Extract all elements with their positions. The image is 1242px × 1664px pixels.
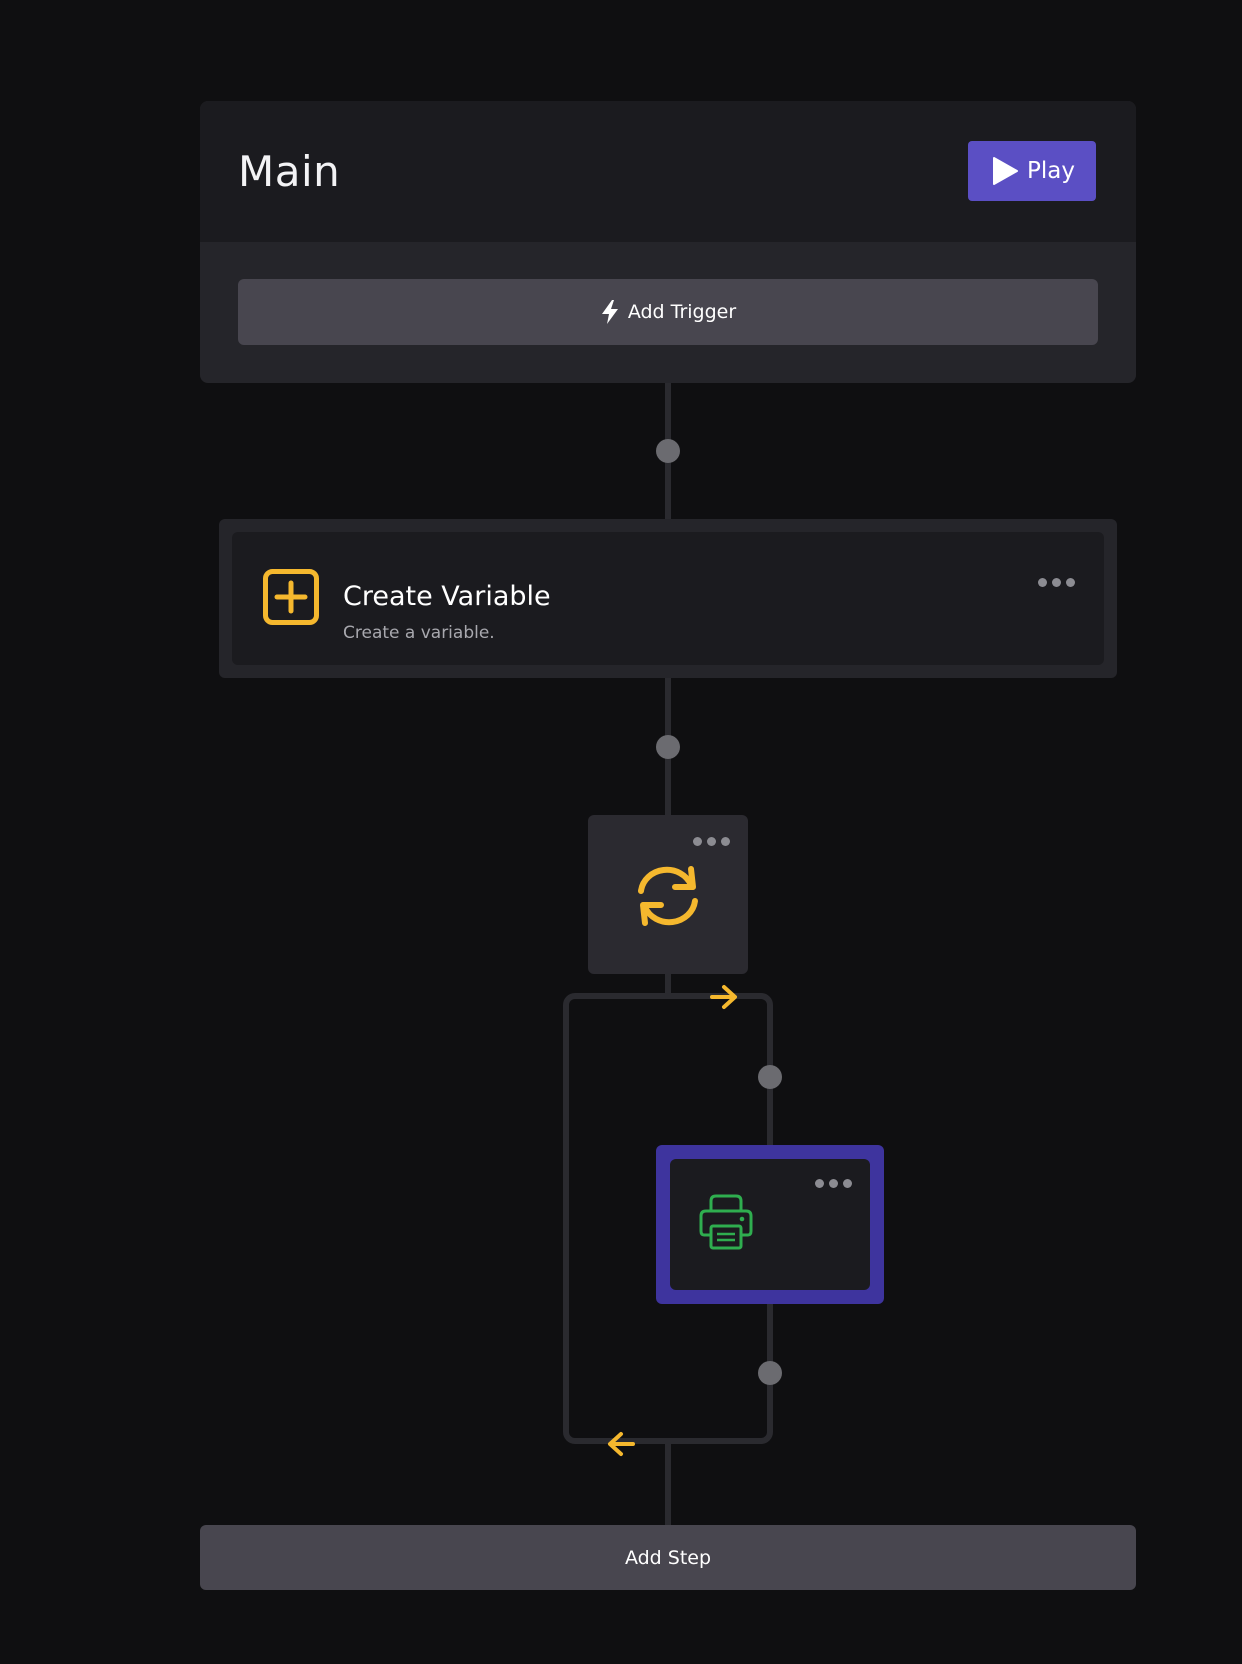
insert-step-dot[interactable] [758,1361,782,1385]
step-card [670,1159,870,1290]
loop-step[interactable] [588,815,748,974]
flow-header: Main Play [200,101,1136,242]
arrow-left-icon [608,1432,635,1456]
bolt-icon [601,300,618,324]
step-card: Create Variable Create a variable. [232,532,1104,665]
print-step[interactable] [656,1145,884,1304]
play-button-label: Play [1027,158,1075,184]
main-flow-card: Main Play Add Trigger [200,101,1136,383]
create-variable-step[interactable]: Create Variable Create a variable. [219,519,1117,678]
more-options-icon[interactable] [1038,578,1075,587]
printer-icon [699,1194,753,1250]
step-title: Create Variable [343,581,551,612]
step-description: Create a variable. [343,623,495,643]
insert-step-dot[interactable] [656,735,680,759]
refresh-icon [638,866,698,926]
arrow-right-icon [710,985,737,1009]
add-trigger-label: Add Trigger [627,301,737,323]
more-options-icon[interactable] [815,1179,852,1188]
more-options-icon[interactable] [693,837,730,846]
connector-line [665,1440,671,1525]
play-icon [993,157,1019,185]
insert-step-dot[interactable] [656,439,680,463]
flow-title: Main [238,147,341,196]
plus-square-icon [263,569,319,625]
add-trigger-button[interactable]: Add Trigger [238,279,1098,345]
insert-step-dot[interactable] [758,1065,782,1089]
add-step-button[interactable]: Add Step [200,1525,1136,1590]
play-button[interactable]: Play [968,141,1096,201]
